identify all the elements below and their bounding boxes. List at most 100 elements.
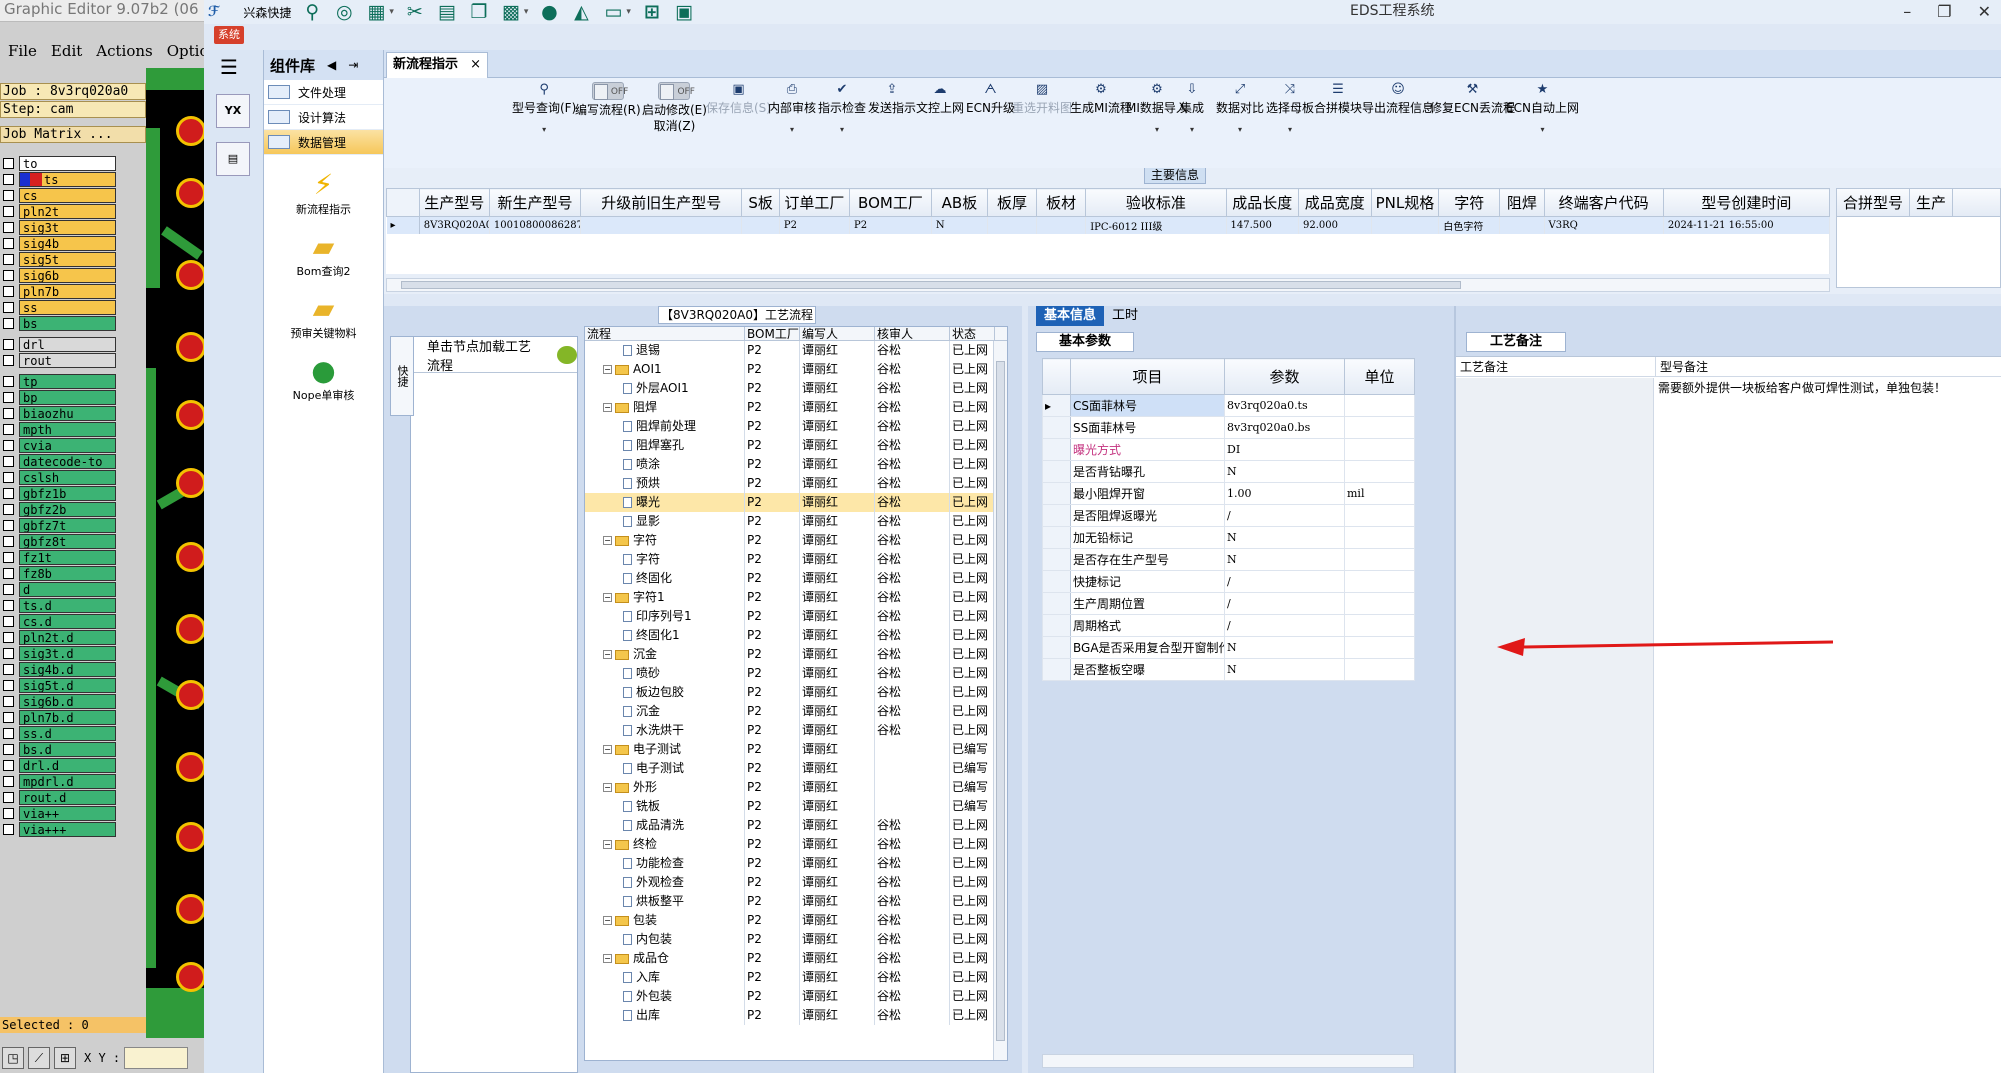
tree-node[interactable]: − 字符 — [585, 531, 745, 550]
layer-row[interactable]: sig4b — [0, 235, 116, 251]
minimize-icon[interactable]: – — [1903, 2, 1911, 21]
layer-checkbox[interactable] — [3, 391, 14, 403]
horizontal-scrollbar[interactable] — [386, 278, 1830, 292]
process-notes-cell[interactable] — [1456, 378, 1654, 1073]
scissors-icon[interactable]: ✂ — [404, 1, 426, 23]
toggle-switch[interactable]: OFF — [658, 82, 695, 100]
tree-row[interactable]: 水洗烘干 P2 谭丽红 谷松 已上网 — [585, 721, 1007, 740]
layer-checkbox[interactable] — [3, 551, 14, 563]
column-header[interactable]: AB板 — [930, 188, 988, 217]
user-icon[interactable]: ● — [538, 1, 560, 23]
layer-row[interactable]: datecode-to — [0, 453, 116, 469]
tree-row[interactable]: 成品清洗 P2 谭丽红 谷松 已上网 — [585, 816, 1007, 835]
chevron-down-icon[interactable]: ▾ — [1216, 122, 1264, 138]
ribbon-button[interactable]: ▨ 重选开料图 — [1012, 82, 1072, 116]
tree-node[interactable]: − 成品仓 — [585, 949, 745, 968]
collapse-toggle-icon[interactable]: − — [603, 650, 612, 659]
layer-row[interactable]: cs.d — [0, 613, 116, 629]
toggle-switch[interactable]: OFF — [591, 82, 628, 100]
layer-row[interactable]: ss — [0, 299, 116, 315]
tree-node[interactable]: 喷涂 — [585, 455, 745, 474]
param-value[interactable]: / — [1224, 592, 1345, 615]
layer-checkbox[interactable] — [3, 695, 14, 707]
scrollbar-thumb[interactable] — [996, 361, 1005, 1041]
layer-checkbox[interactable] — [3, 727, 14, 739]
tree-row[interactable]: − 终检 P2 谭丽红 谷松 已上网 — [585, 835, 1007, 854]
layer-row[interactable]: ts — [0, 171, 116, 187]
tree-node[interactable]: 终固化1 — [585, 626, 745, 645]
layer-checkbox[interactable] — [3, 354, 14, 366]
layer-checkbox[interactable] — [3, 407, 14, 419]
tree-node[interactable]: 字符 — [585, 550, 745, 569]
chevron-down-icon[interactable]: ▾ — [512, 122, 576, 138]
merge-model-grid[interactable]: 合拼型号 生产 — [1836, 188, 2001, 288]
library-big-bom[interactable]: ▰ Bom查询2 — [264, 231, 383, 279]
tree-row[interactable]: 字符 P2 谭丽红 谷松 已上网 — [585, 550, 1007, 569]
tree-node[interactable]: 入库 — [585, 968, 745, 987]
ribbon-button[interactable]: ⎙ 内部审核 ▾ — [768, 82, 816, 138]
ribbon-button[interactable]: ☺ 导出流程信息 — [1362, 82, 1434, 116]
layer-checkbox[interactable] — [3, 631, 14, 643]
tree-node[interactable]: 铣板 — [585, 797, 745, 816]
layer-checkbox[interactable] — [3, 647, 14, 659]
row-selector[interactable] — [1042, 592, 1071, 615]
table-cell[interactable]: IPC-6012 III级 — [1085, 216, 1227, 234]
windows-icon[interactable]: ⊞ — [641, 1, 663, 23]
layer-checkbox[interactable] — [3, 423, 14, 435]
row-selector[interactable] — [1042, 570, 1071, 593]
job-matrix-button[interactable]: Job Matrix ... — [0, 126, 146, 143]
param-row[interactable]: 周期格式 / — [1042, 614, 1415, 637]
tab-work-hours[interactable]: 工时 — [1104, 306, 1146, 326]
row-selector[interactable] — [1042, 460, 1071, 483]
layer-row[interactable]: tp — [0, 373, 116, 389]
grid-icon[interactable]: ⊞ — [54, 1047, 76, 1069]
table-cell[interactable]: 147.500 — [1226, 216, 1300, 234]
layer-checkbox[interactable] — [3, 317, 14, 329]
tree-node[interactable]: 烘板整平 — [585, 892, 745, 911]
ribbon-button[interactable]: ☰ 合拼模块 — [1314, 82, 1362, 116]
param-row[interactable]: ▸ CS面菲林号 8v3rq020a0.ts — [1042, 394, 1415, 417]
tree-node[interactable]: 外包装 — [585, 987, 745, 1006]
tree-node[interactable]: 沉金 — [585, 702, 745, 721]
layer-row[interactable]: rout.d — [0, 789, 116, 805]
layer-checkbox[interactable] — [3, 503, 14, 515]
ribbon-button[interactable]: ⚒ 修复ECN丢流程 — [1430, 82, 1515, 116]
tree-row[interactable]: 出库 P2 谭丽红 谷松 已上网 — [585, 1006, 1007, 1025]
layer-checkbox[interactable] — [3, 583, 14, 595]
grid-icon[interactable]: ▩ — [500, 1, 522, 23]
collapse-toggle-icon[interactable]: − — [603, 783, 612, 792]
tree-row[interactable]: 预烘 P2 谭丽红 谷松 已上网 — [585, 474, 1007, 493]
column-header[interactable]: 终端客户代码 — [1543, 188, 1664, 217]
tree-node[interactable]: 喷砂 — [585, 664, 745, 683]
layer-row[interactable]: sig5t — [0, 251, 116, 267]
layer-checkbox[interactable] — [3, 189, 14, 201]
layer-row[interactable]: gbfz8t — [0, 533, 116, 549]
column-header[interactable]: 验收标准 — [1085, 188, 1227, 217]
layer-checkbox[interactable] — [3, 269, 14, 281]
layer-row[interactable]: via++ — [0, 805, 116, 821]
tree-node[interactable]: 外观检查 — [585, 873, 745, 892]
chart-icon[interactable]: ◭ — [570, 1, 592, 23]
row-selector[interactable] — [1042, 526, 1071, 549]
column-header[interactable]: 成品宽度 — [1298, 188, 1372, 217]
tree-node[interactable]: 退锡 — [585, 341, 745, 360]
column-header[interactable]: 字符 — [1438, 188, 1501, 217]
chevron-down-icon[interactable]: ▾ — [626, 7, 631, 17]
row-selector[interactable] — [1042, 658, 1071, 681]
layer-row[interactable]: sig6b — [0, 267, 116, 283]
param-value[interactable]: N — [1224, 548, 1345, 571]
tree-node[interactable]: 阻焊塞孔 — [585, 436, 745, 455]
layer-row[interactable]: gbfz2b — [0, 501, 116, 517]
layer-row[interactable]: d — [0, 581, 116, 597]
tree-row[interactable]: − 成品仓 P2 谭丽红 谷松 已上网 — [585, 949, 1007, 968]
layer-row[interactable]: fz8b — [0, 565, 116, 581]
layer-row[interactable]: gbfz7t — [0, 517, 116, 533]
tree-node[interactable]: 水洗烘干 — [585, 721, 745, 740]
collapse-toggle-icon[interactable]: − — [603, 916, 612, 925]
xy-input[interactable] — [124, 1047, 189, 1069]
yx-module-icon[interactable]: YX — [216, 94, 250, 128]
table-cell[interactable] — [1499, 216, 1545, 234]
table-cell[interactable]: P2 — [779, 216, 851, 234]
tree-row[interactable]: 退锡 P2 谭丽红 谷松 已上网 — [585, 341, 1007, 360]
chevron-down-icon[interactable]: ▾ — [768, 122, 816, 138]
